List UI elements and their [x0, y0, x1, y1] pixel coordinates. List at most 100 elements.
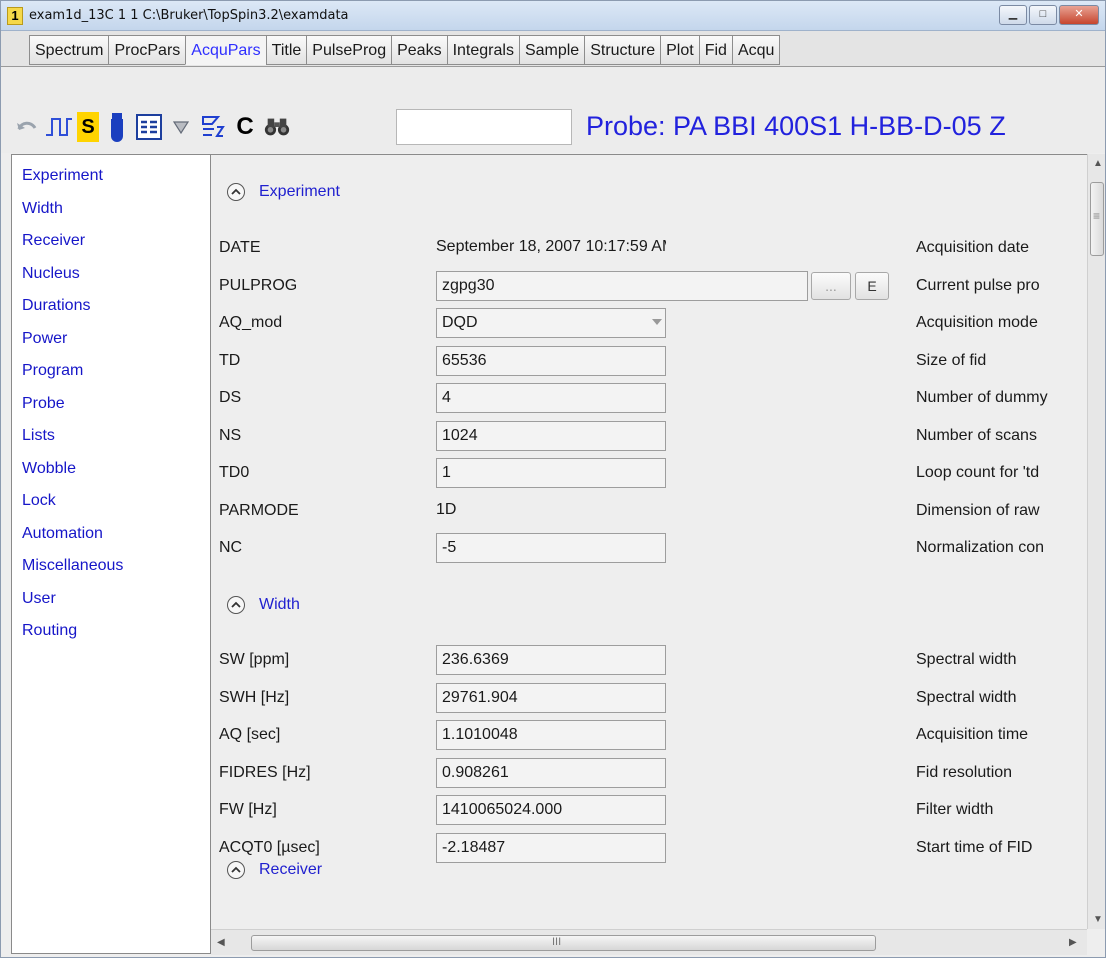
param-value-field[interactable]: 1.1010048 — [436, 720, 666, 750]
tab-spectrum[interactable]: Spectrum — [29, 35, 109, 65]
search-input[interactable] — [396, 109, 572, 145]
grid-icon[interactable] — [135, 112, 163, 142]
browse-button[interactable]: ... — [811, 271, 851, 300]
pulse-program-icon[interactable] — [45, 112, 73, 142]
tab-acqupars[interactable]: AcquPars — [185, 35, 266, 65]
nav-item-program[interactable]: Program — [22, 362, 83, 380]
nav-item-lists[interactable]: Lists — [22, 427, 55, 445]
param-row-fw: FW [Hz] 1410065024.000 Filter width — [211, 795, 1087, 827]
nav-item-user[interactable]: User — [22, 590, 56, 608]
minimize-button[interactable]: ▁ — [999, 5, 1027, 25]
chevron-down-icon[interactable] — [652, 319, 662, 325]
scroll-down-arrow-icon[interactable]: ▼ — [1093, 914, 1103, 925]
param-row-td0: TD0 1 Loop count for 'td — [211, 458, 1087, 490]
topspin-window: 1 exam1d_13C 1 1 C:\Bruker\TopSpin3.2\ex… — [0, 0, 1106, 958]
scroll-left-arrow-icon[interactable]: ◀ — [217, 937, 225, 948]
tab-peaks[interactable]: Peaks — [391, 35, 447, 65]
collapse-chevron-icon[interactable] — [227, 183, 245, 201]
maximize-button[interactable]: □ — [1029, 5, 1057, 25]
horizontal-scrollbar[interactable]: ◀ III ▶ — [211, 929, 1087, 955]
section-header-receiver[interactable]: Receiver — [227, 861, 322, 879]
nav-item-miscellaneous[interactable]: Miscellaneous — [22, 557, 123, 575]
c-icon[interactable]: C — [231, 112, 259, 142]
param-value-field[interactable]: -2.18487 — [436, 832, 666, 863]
param-value-field[interactable]: 236.6369 — [436, 645, 666, 675]
nav-item-experiment[interactable]: Experiment — [22, 167, 103, 185]
horizontal-scroll-thumb[interactable]: III — [251, 935, 876, 951]
param-name: AQ [sec] — [219, 726, 281, 743]
scroll-right-arrow-icon[interactable]: ▶ — [1069, 937, 1077, 948]
section-title: Width — [259, 596, 300, 613]
vertical-scroll-grip: ≡ — [1093, 209, 1101, 223]
param-description: Start time of FID — [916, 838, 1033, 856]
nav-item-lock[interactable]: Lock — [22, 492, 56, 510]
binoculars-icon[interactable] — [263, 112, 291, 142]
nav-item-width[interactable]: Width — [22, 200, 63, 218]
param-value-field[interactable]: DQD — [436, 308, 666, 338]
tab-structure[interactable]: Structure — [584, 35, 661, 65]
param-row-ds: DS 4 Number of dummy — [211, 383, 1087, 415]
param-value-field[interactable]: -5 — [436, 533, 666, 563]
param-value-field[interactable]: 29761.904 — [436, 682, 666, 713]
title-bar: 1 exam1d_13C 1 1 C:\Bruker\TopSpin3.2\ex… — [1, 1, 1105, 31]
param-row-pulprog: PULPROG zgpg30... E Current pulse pro — [211, 270, 1087, 303]
param-name: PULPROG — [219, 276, 298, 294]
tab-pulseprog[interactable]: PulseProg — [306, 35, 392, 65]
param-value-field[interactable]: 65536 — [436, 345, 666, 376]
window-title: exam1d_13C 1 1 C:\Bruker\TopSpin3.2\exam… — [29, 8, 349, 23]
s-icon[interactable]: S — [77, 112, 99, 142]
tab-title[interactable]: Title — [265, 35, 307, 65]
nav-item-routing[interactable]: Routing — [22, 622, 77, 640]
param-name: DS — [219, 389, 242, 406]
param-name: TD0 — [219, 464, 250, 481]
param-value-field[interactable]: zgpg30 — [436, 270, 808, 301]
param-description: Spectral width — [916, 688, 1017, 706]
param-row-td: TD 65536 Size of fid — [211, 345, 1087, 378]
tab-fid[interactable]: Fid — [698, 35, 732, 65]
nav-item-receiver[interactable]: Receiver — [22, 232, 85, 250]
sample-tube-icon[interactable] — [103, 112, 131, 142]
tab-plot[interactable]: Plot — [660, 35, 699, 65]
param-value-field[interactable]: 0.908261 — [436, 757, 666, 788]
tab-sample[interactable]: Sample — [518, 35, 585, 65]
undo-icon[interactable] — [13, 112, 41, 142]
vertical-scrollbar[interactable]: ▲ ≡ ▼ — [1087, 154, 1105, 929]
section-header-width[interactable]: Width — [227, 596, 300, 614]
collapse-chevron-icon[interactable] — [227, 596, 245, 614]
vertical-scroll-thumb[interactable]: ≡ — [1090, 182, 1104, 256]
window-controls: ▁ □ ✕ — [999, 5, 1099, 25]
param-row-ns: NS 1024 Number of scans — [211, 420, 1087, 453]
nav-item-wobble[interactable]: Wobble — [22, 460, 76, 478]
param-row-acqt0: ACQT0 [µsec] -2.18487 Start time of FID — [211, 832, 1087, 865]
param-description: Fid resolution — [916, 763, 1013, 781]
dropdown-triangle-icon[interactable] — [167, 112, 195, 142]
collapse-chevron-icon[interactable] — [227, 861, 245, 879]
toolbar-icon-row: S C — [13, 109, 295, 145]
param-description: Normalization con — [916, 539, 1045, 556]
param-value-field[interactable]: 1 — [436, 458, 666, 488]
tab-list: Spectrum ProcPars AcquPars Title PulseProg Pe… — [29, 35, 781, 65]
list-sort-icon[interactable] — [199, 112, 227, 142]
scroll-up-arrow-icon[interactable]: ▲ — [1093, 158, 1103, 169]
nav-item-automation[interactable]: Automation — [22, 525, 103, 543]
param-value-field[interactable]: 4 — [436, 383, 666, 413]
param-name: NS — [219, 426, 242, 444]
nav-item-power[interactable]: Power — [22, 330, 67, 348]
param-row-date: DATE September 18, 2007 10:17:59 AM CEST A… — [211, 233, 1087, 265]
nav-item-nucleus[interactable]: Nucleus — [22, 265, 80, 283]
param-name: DATE — [219, 239, 261, 256]
section-title: Experiment — [259, 183, 340, 200]
param-value-field[interactable]: 1024 — [436, 420, 666, 451]
param-description: Acquisition mode — [916, 314, 1038, 331]
section-header-experiment[interactable]: Experiment — [227, 183, 340, 201]
parameter-nav: Experiment Width Receiver Nucleus Durations P… — [11, 154, 211, 954]
tab-integrals[interactable]: Integrals — [446, 35, 519, 65]
edit-button[interactable]: E — [855, 271, 889, 300]
parameter-panel: Experiment DATE September 18, 2007 10:17:5… — [211, 154, 1087, 929]
nav-item-durations[interactable]: Durations — [22, 297, 90, 315]
close-button[interactable]: ✕ — [1059, 5, 1099, 25]
nav-item-probe[interactable]: Probe — [22, 395, 65, 413]
param-value-field[interactable]: 1410065024.000 — [436, 795, 666, 825]
tab-acqu[interactable]: Acqu — [731, 35, 781, 65]
tab-procpars[interactable]: ProcPars — [108, 35, 186, 65]
